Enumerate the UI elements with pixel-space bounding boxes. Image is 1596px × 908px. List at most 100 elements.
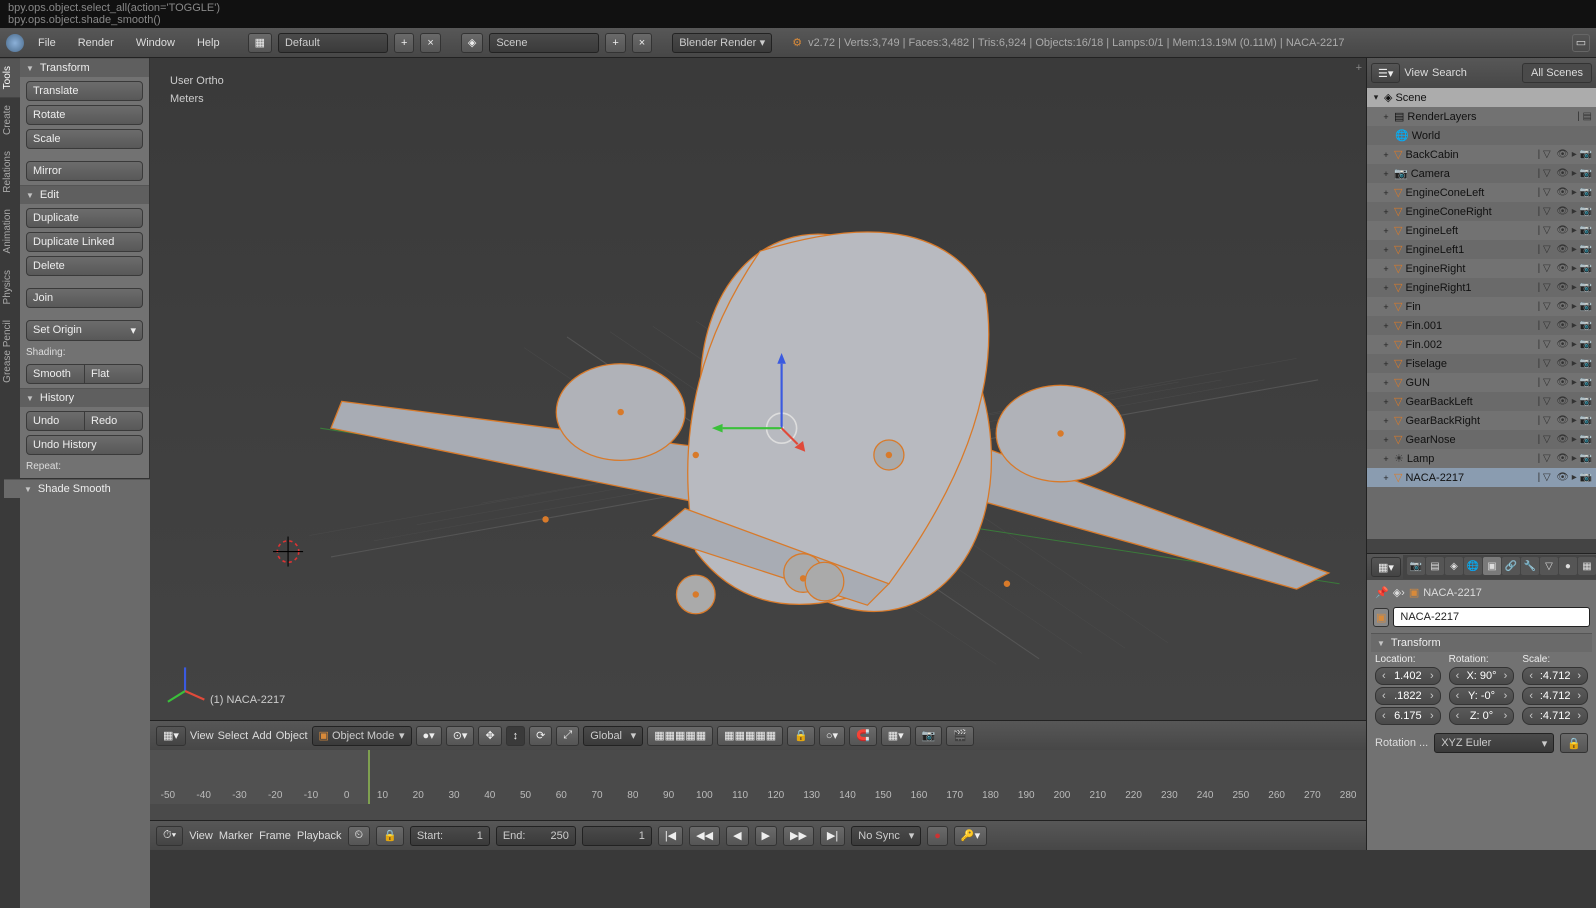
rotate-button[interactable]: Rotate <box>26 105 143 125</box>
scale-z[interactable]: ‹:4.712› <box>1522 707 1588 725</box>
screen-layout[interactable]: Default <box>278 33 388 53</box>
end-frame[interactable]: End:250 <box>496 826 576 846</box>
range-icon[interactable]: ⏲ <box>348 826 371 846</box>
tab-constraints-icon[interactable]: 🔗 <box>1502 557 1520 575</box>
tab-material-icon[interactable]: ● <box>1559 557 1577 575</box>
autokey-icon[interactable]: ● <box>927 826 948 846</box>
outliner-editor-icon[interactable]: ☰▾ <box>1371 63 1400 83</box>
keyframe-prev-icon[interactable]: ◀◀ <box>689 826 720 846</box>
tl-menu-frame[interactable]: Frame <box>259 830 291 842</box>
mirror-button[interactable]: Mirror <box>26 161 143 181</box>
expand-icon[interactable]: + <box>1356 62 1362 74</box>
tab-render-icon[interactable]: 📷 <box>1407 557 1425 575</box>
current-frame[interactable]: 1 <box>582 826 652 846</box>
manipulator-icon[interactable]: ✥ <box>478 726 501 746</box>
outliner-renderlayers[interactable]: RenderLayers <box>1407 111 1574 123</box>
scene-select[interactable]: Scene <box>489 33 599 53</box>
transform-panel[interactable]: Transform <box>20 58 149 77</box>
outliner-scene[interactable]: Scene <box>1395 92 1592 104</box>
tab-tools[interactable]: Tools <box>0 58 20 97</box>
keyingset-icon[interactable]: 🔑▾ <box>954 826 987 846</box>
tl-menu-playback[interactable]: Playback <box>297 830 342 842</box>
shading-mode[interactable]: ●▾ <box>416 726 442 746</box>
loc-y[interactable]: ‹.1822› <box>1375 687 1441 705</box>
outliner-item[interactable]: +▽BackCabin| ▽ 👁 ▸ 📷 <box>1367 145 1596 164</box>
proportional-icon[interactable]: ○▾ <box>819 726 845 746</box>
play-reverse-icon[interactable]: ◀ <box>726 826 748 846</box>
orientation-select[interactable]: Global▾ <box>583 726 643 746</box>
scale-y[interactable]: ‹:4.712› <box>1522 687 1588 705</box>
object-name-input[interactable] <box>1393 607 1590 627</box>
remove-layout-button[interactable]: × <box>420 33 440 53</box>
rotation-mode[interactable]: XYZ Euler▾ <box>1434 733 1554 753</box>
outliner-item[interactable]: +▽EngineLeft| ▽ 👁 ▸ 📷 <box>1367 221 1596 240</box>
operator-panel[interactable]: Shade Smooth <box>20 479 150 498</box>
join-button[interactable]: Join <box>26 288 143 308</box>
manipulator-s-icon[interactable]: ⤢ <box>556 726 579 746</box>
outliner-item[interactable]: +▽EngineRight1| ▽ 👁 ▸ 📷 <box>1367 278 1596 297</box>
menu-render[interactable]: Render <box>70 33 122 53</box>
duplicate-linked-button[interactable]: Duplicate Linked <box>26 232 143 252</box>
opengl-anim-icon[interactable]: 🎬 <box>946 726 974 746</box>
keyframe-next-icon[interactable]: ▶▶ <box>783 826 814 846</box>
tab-physics[interactable]: Physics <box>0 262 20 312</box>
layers-left[interactable]: ▦▦▦▦▦ <box>647 726 713 746</box>
render-engine[interactable]: Blender Render▾ <box>672 33 772 53</box>
rot-y[interactable]: ‹Y: -0°› <box>1449 687 1515 705</box>
props-editor-icon[interactable]: ▦▾ <box>1371 557 1401 577</box>
snap-target[interactable]: ▦▾ <box>881 726 911 746</box>
jump-end-icon[interactable]: ▶| <box>820 826 845 846</box>
outliner-item[interactable]: +▽Fin.002| ▽ 👁 ▸ 📷 <box>1367 335 1596 354</box>
tab-scene-icon[interactable]: ◈ <box>1445 557 1463 575</box>
scale-x[interactable]: ‹:4.712› <box>1522 667 1588 685</box>
tl-menu-marker[interactable]: Marker <box>219 830 253 842</box>
jump-start-icon[interactable]: |◀ <box>658 826 683 846</box>
tab-relations[interactable]: Relations <box>0 143 20 201</box>
outliner-item[interactable]: +▽Fin.001| ▽ 👁 ▸ 📷 <box>1367 316 1596 335</box>
lock-rotation-icon[interactable]: 🔒 <box>1560 733 1588 753</box>
timeline[interactable]: -50-40-30-20-100102030405060708090100110… <box>150 750 1366 820</box>
start-frame[interactable]: Start:1 <box>410 826 490 846</box>
sync-mode[interactable]: No Sync▾ <box>851 826 921 846</box>
tl-menu-view[interactable]: View <box>189 830 213 842</box>
tab-object-icon[interactable]: ▣ <box>1483 557 1501 575</box>
outliner-world[interactable]: World <box>1412 130 1592 142</box>
edit-panel[interactable]: Edit <box>20 185 149 204</box>
remove-scene-button[interactable]: × <box>632 33 652 53</box>
viewport-canvas[interactable]: User Ortho Meters (1) NACA-2217 + <box>150 58 1366 720</box>
undo-history-button[interactable]: Undo History <box>26 435 143 455</box>
mode-select[interactable]: ▣ Object Mode▾ <box>312 726 412 746</box>
outliner-item[interactable]: +☀Lamp| ▽ 👁 ▸ 📷 <box>1367 449 1596 468</box>
outliner-item[interactable]: +📷Camera| ▽ 👁 ▸ 📷 <box>1367 164 1596 183</box>
menu-file[interactable]: File <box>30 33 64 53</box>
redo-button[interactable]: Redo <box>85 411 143 431</box>
undo-button[interactable]: Undo <box>26 411 85 431</box>
tab-texture-icon[interactable]: ▦ <box>1578 557 1596 575</box>
vp-menu-select[interactable]: Select <box>218 730 249 742</box>
opengl-render-icon[interactable]: 📷 <box>915 726 943 746</box>
outliner-item[interactable]: +▽EngineLeft1| ▽ 👁 ▸ 📷 <box>1367 240 1596 259</box>
vp-menu-object[interactable]: Object <box>276 730 308 742</box>
scale-button[interactable]: Scale <box>26 129 143 149</box>
history-panel[interactable]: History <box>20 388 149 407</box>
play-icon[interactable]: ▶ <box>755 826 777 846</box>
rot-z[interactable]: ‹Z: 0°› <box>1449 707 1515 725</box>
pivot-icon[interactable]: ⊙▾ <box>446 726 475 746</box>
blender-logo-icon[interactable] <box>6 34 24 52</box>
loc-z[interactable]: ‹6.175› <box>1375 707 1441 725</box>
out-menu-view[interactable]: View <box>1404 67 1428 79</box>
add-scene-button[interactable]: + <box>605 33 625 53</box>
outliner-item[interactable]: +▽GUN| ▽ 👁 ▸ 📷 <box>1367 373 1596 392</box>
outliner-item[interactable]: +▽Fiselage| ▽ 👁 ▸ 📷 <box>1367 354 1596 373</box>
lock-icon[interactable]: 🔒 <box>787 726 815 746</box>
datablock-icon[interactable]: ▣ <box>1373 608 1389 627</box>
tab-renderlayers-icon[interactable]: ▤ <box>1426 557 1444 575</box>
snap-icon[interactable]: 🧲 <box>849 726 877 746</box>
translate-button[interactable]: Translate <box>26 81 143 101</box>
outliner-item[interactable]: +▽EngineConeRight| ▽ 👁 ▸ 📷 <box>1367 202 1596 221</box>
outliner-item[interactable]: +▽GearBackLeft| ▽ 👁 ▸ 📷 <box>1367 392 1596 411</box>
outliner-item[interactable]: +▽GearBackRight| ▽ 👁 ▸ 📷 <box>1367 411 1596 430</box>
rot-x[interactable]: ‹X: 90°› <box>1449 667 1515 685</box>
outliner-scope[interactable]: All Scenes <box>1522 63 1592 83</box>
outliner-item[interactable]: +▽Fin| ▽ 👁 ▸ 📷 <box>1367 297 1596 316</box>
